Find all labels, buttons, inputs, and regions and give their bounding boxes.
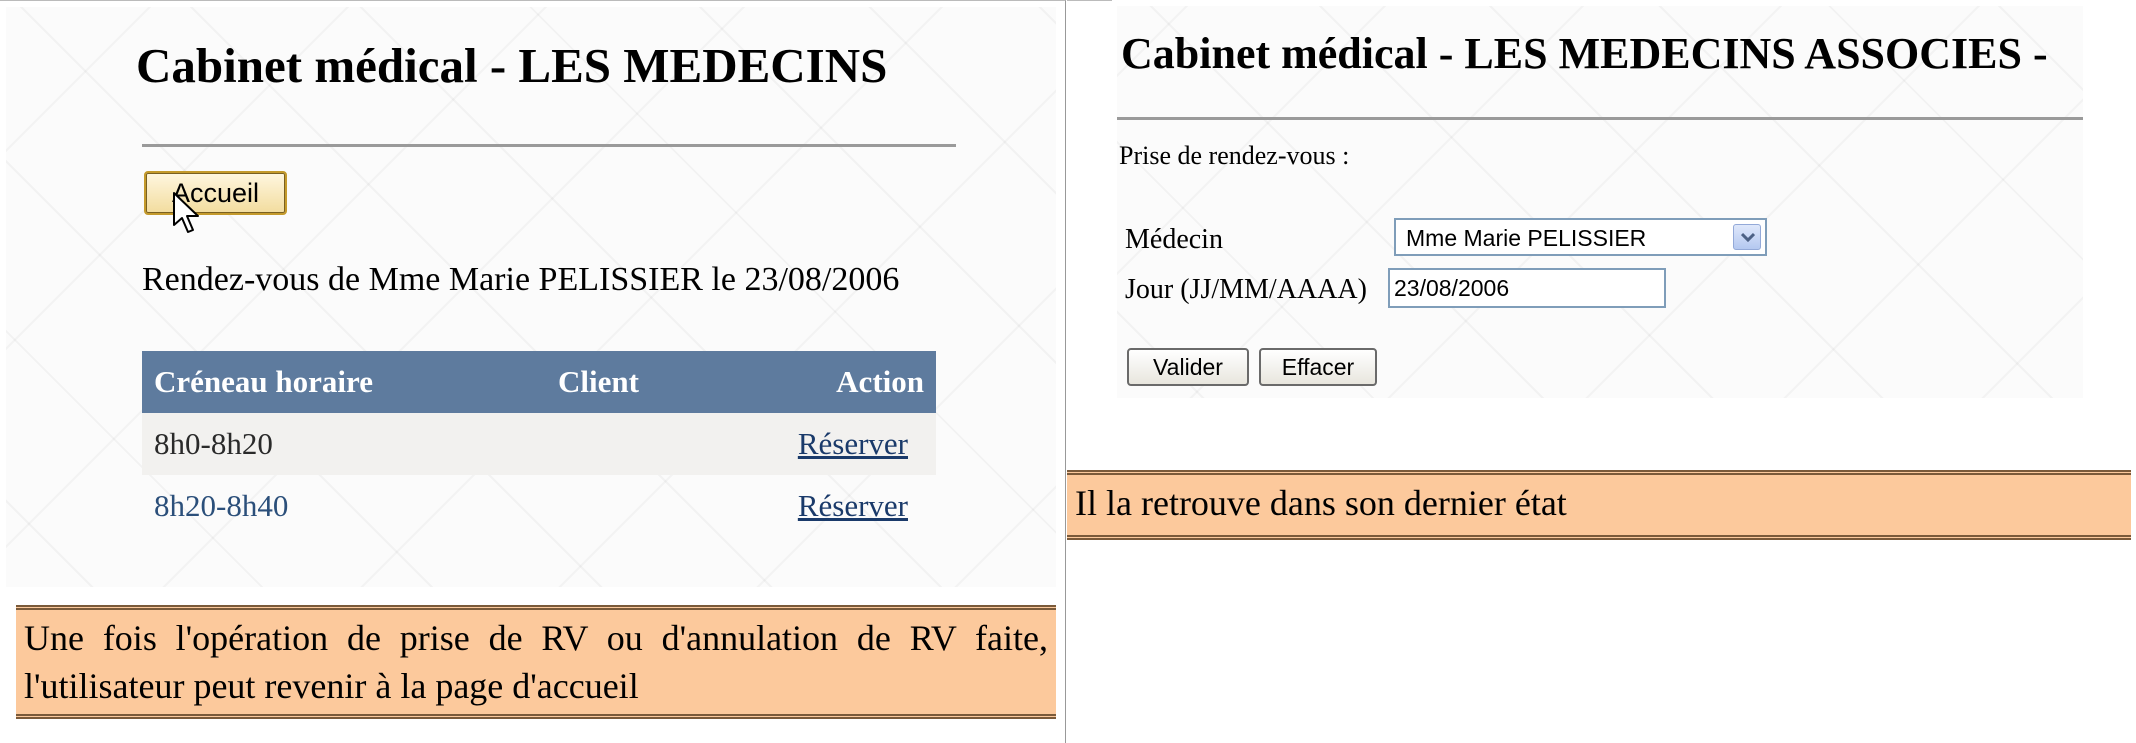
clear-button[interactable]: Effacer: [1259, 348, 1377, 386]
slot-cell: 8h20-8h40: [154, 488, 289, 523]
column-header-slot: Créneau horaire: [142, 351, 546, 413]
page-title: Cabinet médical - LES MEDECINS ASSOCIES …: [1121, 29, 2048, 78]
left-caption: Une fois l'opération de prise de RV ou d…: [16, 605, 1056, 719]
title-divider: [1117, 117, 2083, 120]
reserve-link[interactable]: Réserver: [798, 426, 908, 461]
table-row: 8h0-8h20 Réserver: [142, 413, 936, 475]
doctor-select[interactable]: Mme Marie PELISSIER: [1394, 218, 1767, 256]
date-input[interactable]: [1388, 268, 1666, 308]
top-border-line: [1067, 0, 1112, 1]
slot-cell: 8h0-8h20: [142, 413, 546, 475]
validate-button[interactable]: Valider: [1127, 348, 1249, 386]
column-header-client: Client: [546, 351, 770, 413]
client-cell: [546, 413, 770, 475]
table-row: 8h20-8h40 Réserver: [142, 475, 936, 537]
left-screenshot-panel: Cabinet médical - LES MEDECINS Accueil R…: [0, 0, 1066, 743]
title-divider: [142, 144, 956, 147]
mouse-pointer-icon: [173, 192, 199, 233]
booking-label: Prise de rendez-vous :: [1119, 141, 1350, 170]
table-header-row: Créneau horaire Client Action: [142, 351, 936, 413]
left-page-content: Cabinet médical - LES MEDECINS Accueil R…: [6, 7, 1056, 587]
reserve-link[interactable]: Réserver: [798, 488, 908, 523]
page-title: Cabinet médical - LES MEDECINS: [136, 38, 888, 93]
client-cell: [546, 475, 770, 537]
date-label: Jour (JJ/MM/AAAA): [1125, 274, 1367, 305]
appointment-heading: Rendez-vous de Mme Marie PELISSIER le 23…: [142, 261, 900, 298]
right-screenshot-panel: Cabinet médical - LES MEDECINS ASSOCIES …: [1067, 0, 2136, 743]
action-cell: Réserver: [770, 413, 936, 475]
time-slots-table: Créneau horaire Client Action 8h0-8h20 R…: [142, 351, 936, 537]
home-button[interactable]: Accueil: [144, 171, 287, 215]
right-caption: Il la retrouve dans son dernier état: [1067, 470, 2131, 540]
right-page-content: Cabinet médical - LES MEDECINS ASSOCIES …: [1117, 6, 2083, 398]
doctor-label: Médecin: [1125, 224, 1223, 255]
chevron-down-icon[interactable]: [1733, 224, 1761, 250]
column-header-action: Action: [770, 351, 936, 413]
doctor-select-value: Mme Marie PELISSIER: [1406, 225, 1647, 251]
action-cell: Réserver: [770, 475, 936, 537]
